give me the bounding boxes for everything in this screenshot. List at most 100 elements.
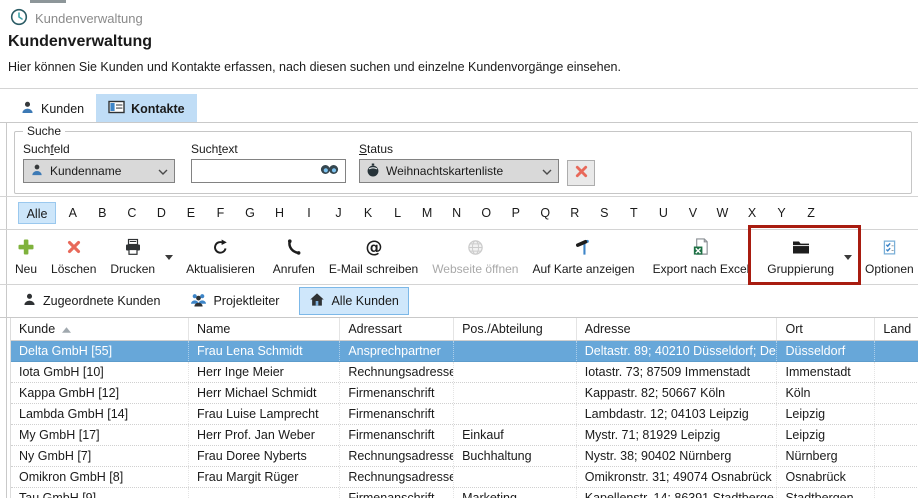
tab-kontakte[interactable]: Kontakte [96,94,196,123]
alpha-item-x[interactable]: X [737,202,767,224]
alpha-item-h[interactable]: H [265,202,295,224]
gruppierung-button[interactable]: Gruppierung [760,231,854,283]
status-combobox[interactable]: Weihnachtskartenliste [359,159,559,183]
table-cell [875,488,918,498]
tab-label: Kunden [41,102,84,116]
optionen-button[interactable]: Optionen [858,231,918,283]
toolbar-button-label: Löschen [51,262,96,276]
alpha-item-d[interactable]: D [147,202,177,224]
column-header-ort[interactable]: Ort [777,318,875,340]
table-cell: Marketing [454,488,577,498]
view-tab-label: Zugeordnete Kunden [43,294,160,308]
webseite-button: Webseite öffnen [425,231,525,283]
dropdown-arrow-icon[interactable] [841,255,854,260]
table-cell: Iotastr. 73; 87509 Immenstadt [577,362,778,382]
alpha-item-n[interactable]: N [442,202,472,224]
table-cell: Nürnberg [777,446,875,466]
alpha-item-e[interactable]: E [176,202,206,224]
dropdown-arrow-icon[interactable] [162,255,175,260]
alpha-item-i[interactable]: I [294,202,324,224]
neu-button[interactable]: Neu [8,231,44,283]
alpha-item-j[interactable]: J [324,202,354,224]
table-cell: Deltastr. 89; 40210 Düsseldorf; De... [577,341,778,361]
column-header-adressart[interactable]: Adressart [340,318,454,340]
alpha-item-o[interactable]: O [471,202,501,224]
alpha-item-s[interactable]: S [590,202,620,224]
alpha-item-y[interactable]: Y [767,202,797,224]
alpha-item-v[interactable]: V [678,202,708,224]
map-marker-icon [574,238,593,262]
alpha-item-t[interactable]: T [619,202,649,224]
table-cell: Firmenanschrift [340,425,454,445]
table-cell [875,425,918,445]
toolbar-button-label: Gruppierung [767,262,834,276]
svg-text:@: @ [365,238,382,258]
alpha-item-g[interactable]: G [235,202,265,224]
alpha-item-l[interactable]: L [383,202,413,224]
alpha-item-a[interactable]: A [58,202,88,224]
table-cell: Herr Michael Schmidt [189,383,340,403]
column-header-adresse[interactable]: Adresse [577,318,778,340]
column-header-posabteilung[interactable]: Pos./Abteilung [454,318,577,340]
table-cell: Rechnungsadresse [340,362,454,382]
globe-icon [466,238,485,262]
view-tab-alle-kunden[interactable]: Alle Kunden [299,287,408,315]
phone-icon [284,238,303,262]
table-row[interactable]: Omikron GmbH [8]Frau Margit RügerRechnun… [11,467,918,488]
table-cell [875,341,918,361]
alpha-item-c[interactable]: C [117,202,147,224]
tab-kunden[interactable]: Kunden [8,94,96,123]
status-value: Weihnachtskartenliste [386,164,503,178]
suchfeld-combobox[interactable]: Kundenname [23,159,175,183]
table-row[interactable]: Kappa GmbH [12]Herr Michael SchmidtFirme… [11,383,918,404]
breadcrumb[interactable]: Kundenverwaltung [10,8,143,29]
alpha-item-w[interactable]: W [708,202,738,224]
table-cell [454,404,577,424]
table-cell: Nystr. 38; 90402 Nürnberg [577,446,778,466]
table-row[interactable]: Tau GmbH [9]FirmenanschriftMarketingKape… [11,488,918,498]
table-cell [454,362,577,382]
alpha-item-z[interactable]: Z [796,202,826,224]
anrufen-button[interactable]: Anrufen [266,231,322,283]
excel-button[interactable]: Export nach Excel [646,231,757,283]
table-cell: Tau GmbH [9] [11,488,189,498]
person-icon [30,163,44,180]
table-row[interactable]: Delta GmbH [55]Frau Lena SchmidtAnsprech… [11,341,918,362]
table-cell: Firmenanschrift [340,404,454,424]
alphabet-top-border [0,196,918,197]
aktualisieren-button[interactable]: Aktualisieren [179,231,262,283]
table-cell: Frau Margit Rüger [189,467,340,487]
table-cell [454,467,577,487]
status-field: Status Weihnachtskartenliste [359,142,559,183]
alpha-item-k[interactable]: K [353,202,383,224]
table-row[interactable]: My GmbH [17]Herr Prof. Jan WeberFirmenan… [11,425,918,446]
loeschen-button[interactable]: Löschen [44,231,103,283]
email-button[interactable]: @E-Mail schreiben [322,231,425,283]
alpha-item-f[interactable]: F [206,202,236,224]
alpha-item-m[interactable]: M [412,202,442,224]
alpha-item-q[interactable]: Q [531,202,561,224]
suchtext-input[interactable] [191,159,346,183]
person-dark-icon [22,292,37,310]
column-header-name[interactable]: Name [189,318,340,340]
table-row[interactable]: Ny GmbH [7]Frau Doree NybertsRechnungsad… [11,446,918,467]
table-cell [454,341,577,361]
column-header-kunde[interactable]: Kunde [11,318,189,340]
alpha-item-p[interactable]: P [501,202,531,224]
view-tab-zugeordnete[interactable]: Zugeordnete Kunden [12,287,170,315]
table-cell: Herr Prof. Jan Weber [189,425,340,445]
alpha-item-alle[interactable]: Alle [18,202,56,224]
karte-button[interactable]: Auf Karte anzeigen [525,231,641,283]
table-row[interactable]: Lambda GmbH [14]Frau Luise LamprechtFirm… [11,404,918,425]
column-header-land[interactable]: Land [875,318,918,340]
alpha-item-u[interactable]: U [649,202,679,224]
table-row[interactable]: Iota GmbH [10]Herr Inge MeierRechnungsad… [11,362,918,383]
table-cell: Lambda GmbH [14] [11,404,189,424]
alpha-item-b[interactable]: B [88,202,118,224]
view-tab-projektleiter[interactable]: Projektleiter [180,287,289,315]
chevron-down-icon [158,164,168,178]
clear-filter-button[interactable] [567,160,595,186]
alpha-item-r[interactable]: R [560,202,590,224]
table-cell: Kappa GmbH [12] [11,383,189,403]
drucken-button[interactable]: Drucken [103,231,175,283]
